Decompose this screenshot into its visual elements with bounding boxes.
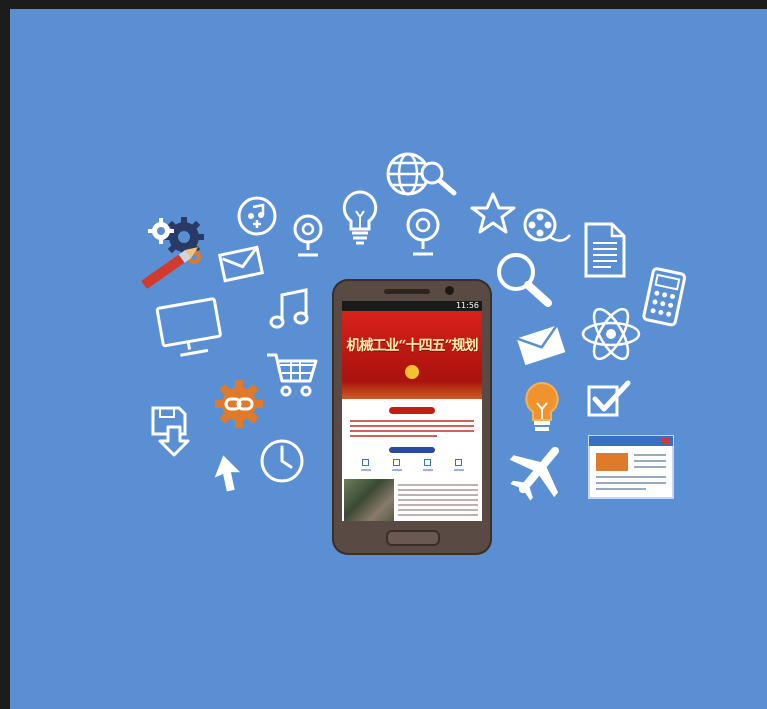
star-icon <box>470 191 516 235</box>
phone-speaker <box>384 289 430 294</box>
monitor-icon <box>155 297 224 361</box>
hero-waves <box>342 381 482 399</box>
envelope-icon <box>516 323 568 367</box>
article-text <box>350 420 474 437</box>
music-note-icon <box>268 287 312 331</box>
status-time: 11:56 <box>455 301 479 310</box>
quick-icon[interactable] <box>391 459 402 473</box>
smartphone: 11:56 机械工业“十四五”规划 <box>332 279 492 555</box>
news-photo[interactable] <box>344 479 394 521</box>
quick-icons <box>350 459 474 473</box>
home-button[interactable] <box>386 530 440 546</box>
magnifier-icon <box>492 249 556 311</box>
image-frame: 11:56 机械工业“十四五”规划 <box>0 0 767 709</box>
quick-icon[interactable] <box>453 459 464 473</box>
lightbulb-icon <box>340 189 380 249</box>
browser-window-icon <box>588 435 674 499</box>
cursor-arrow-icon <box>212 453 242 493</box>
news-headlines[interactable] <box>394 479 482 521</box>
phone-screen: 11:56 机械工业“十四五”规划 <box>342 301 482 521</box>
document-icon <box>582 221 628 279</box>
lightbulb-glow-icon <box>520 379 564 437</box>
party-emblem-icon <box>405 365 419 379</box>
checkbox-icon <box>586 379 634 419</box>
calculator-icon <box>640 267 690 329</box>
webcam-icon <box>404 207 442 259</box>
clock-icon <box>258 437 306 485</box>
floppy-save-icon <box>150 405 200 459</box>
airplane-icon <box>506 439 572 501</box>
film-reel-icon <box>520 205 574 245</box>
section-tab[interactable] <box>389 407 435 414</box>
quick-icon[interactable] <box>360 459 371 473</box>
paint-gears-icon <box>136 213 228 297</box>
news-list <box>342 479 482 521</box>
blue-button[interactable] <box>389 447 435 453</box>
webcam-icon <box>290 213 326 259</box>
globe-search-icon <box>386 147 462 201</box>
atom-icon <box>580 301 642 367</box>
link-gear-icon <box>214 379 264 429</box>
shopping-cart-icon <box>264 349 320 399</box>
hero-banner: 机械工业“十四五”规划 <box>342 311 482 399</box>
phone-camera <box>445 286 454 295</box>
blue-panel: 11:56 机械工业“十四五”规划 <box>10 9 767 709</box>
quick-icon[interactable] <box>422 459 433 473</box>
music-add-icon <box>236 195 278 237</box>
email-icon <box>217 245 265 283</box>
hero-headline: 机械工业“十四五”规划 <box>346 338 478 354</box>
status-bar: 11:56 <box>342 301 482 311</box>
